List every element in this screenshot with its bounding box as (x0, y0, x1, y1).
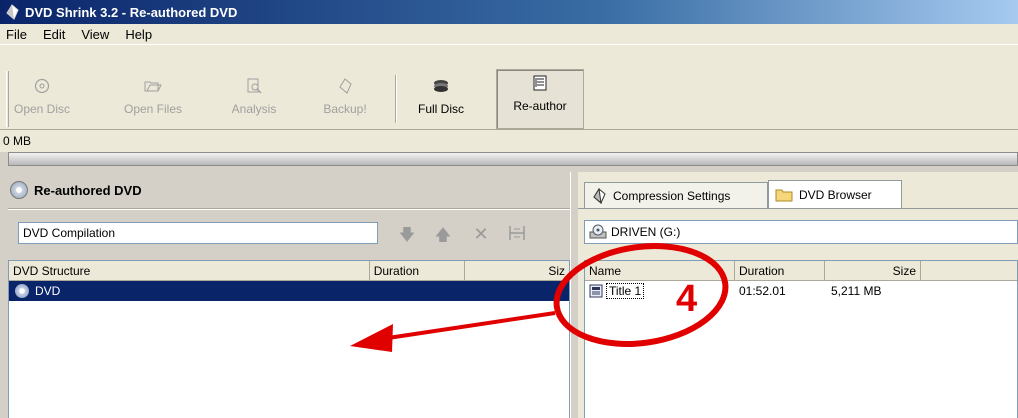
open-disc-label: Open Disc (13, 102, 71, 116)
column-filler (921, 261, 1017, 280)
dvd-browser-list[interactable]: Name Duration Size Title 1 01:52.01 5,21… (584, 260, 1018, 418)
menu-file[interactable]: File (4, 27, 29, 42)
re-authored-pane: Re-authored DVD DVD Compilation 🡇 🡅 ✕ DV… (0, 172, 570, 418)
dvd-drive-icon (589, 224, 607, 239)
app-icon (6, 4, 19, 20)
toolbar-grip[interactable] (6, 71, 9, 127)
analysis-label: Analysis (231, 102, 277, 116)
column-name[interactable]: Name (585, 261, 735, 280)
column-duration[interactable]: Duration (370, 261, 466, 280)
full-disc-button[interactable]: Full Disc (411, 73, 471, 125)
dvd-structure-list[interactable]: DVD Structure Duration Siz DVD (8, 260, 570, 418)
menu-bar: File Edit View Help (0, 24, 1018, 44)
title-bar: DVD Shrink 3.2 - Re-authored DVD (0, 0, 1018, 24)
menu-view[interactable]: View (79, 27, 111, 42)
title-size: 5,211 MB (831, 284, 882, 298)
table-row[interactable]: DVD (9, 281, 569, 301)
move-up-icon[interactable]: 🡅 (432, 224, 454, 244)
tab-compression-settings[interactable]: Compression Settings (584, 182, 768, 208)
shrink-diamond-icon (593, 187, 606, 204)
re-author-button[interactable]: Re-author (496, 69, 584, 129)
compilation-name-input[interactable]: DVD Compilation (18, 222, 378, 244)
column-size[interactable]: Size (825, 261, 921, 280)
tab-dvd-browser[interactable]: DVD Browser (768, 180, 902, 208)
pane-divider (8, 208, 570, 210)
toolbar-separator (395, 75, 397, 123)
disc-stack-icon (434, 80, 448, 92)
open-disc-button[interactable]: Open Disc (12, 73, 72, 125)
backup-label: Backup! (323, 102, 367, 116)
table-row[interactable]: Title 1 01:52.01 5,211 MB (585, 281, 1017, 301)
disc-icon (34, 78, 50, 94)
column-header-row: Name Duration Size (585, 261, 1017, 281)
backup-button[interactable]: Backup! (315, 73, 375, 125)
folder-open-icon (144, 81, 162, 92)
open-files-label: Open Files (123, 102, 183, 116)
menu-edit[interactable]: Edit (41, 27, 67, 42)
re-author-label: Re-author (513, 99, 567, 113)
dvd-icon (15, 284, 29, 298)
title-name: Title 1 (606, 283, 645, 299)
magnifier-page-icon (247, 78, 262, 94)
dvd-icon (10, 181, 28, 199)
tab-label: Compression Settings (613, 188, 731, 203)
row-name: DVD (35, 284, 61, 298)
full-disc-label: Full Disc (417, 102, 464, 116)
column-size[interactable]: Siz (465, 261, 569, 280)
title-cell: Title 1 (585, 283, 735, 299)
toolbar: Open Disc Open Files Analysis Backup! Fu… (0, 44, 1018, 130)
column-header-row: DVD Structure Duration Siz (9, 261, 569, 281)
merge-icon[interactable] (506, 224, 528, 244)
browser-pane: Compression Settings DVD Browser DRIVEN … (578, 172, 1018, 418)
drive-selector[interactable]: DRIVEN (G:) (584, 220, 1018, 244)
title-icon (589, 284, 603, 298)
size-readout: 0 MB (0, 130, 1018, 152)
delete-icon[interactable]: ✕ (470, 224, 492, 244)
tab-label: DVD Browser (799, 187, 872, 202)
move-down-icon[interactable]: 🡇 (396, 224, 418, 244)
drive-label: DRIVEN (G:) (611, 225, 681, 239)
pane-header: Re-authored DVD (0, 176, 142, 204)
folder-icon (775, 189, 793, 201)
column-duration[interactable]: Duration (735, 261, 825, 280)
shrink-diamond-icon (339, 78, 352, 94)
open-files-button[interactable]: Open Files (123, 73, 183, 125)
pane-splitter[interactable] (570, 172, 578, 418)
menu-help[interactable]: Help (123, 27, 154, 42)
analysis-button[interactable]: Analysis (224, 73, 284, 125)
structure-list-icon (533, 75, 547, 91)
column-dvd-structure[interactable]: DVD Structure (9, 261, 370, 280)
title-duration: 01:52.01 (739, 284, 786, 298)
size-progress-bar (8, 152, 1018, 166)
tab-baseline (578, 208, 1018, 209)
size-value: 0 MB (3, 134, 32, 148)
pane-title: Re-authored DVD (34, 182, 142, 198)
window-title: DVD Shrink 3.2 - Re-authored DVD (25, 4, 238, 20)
